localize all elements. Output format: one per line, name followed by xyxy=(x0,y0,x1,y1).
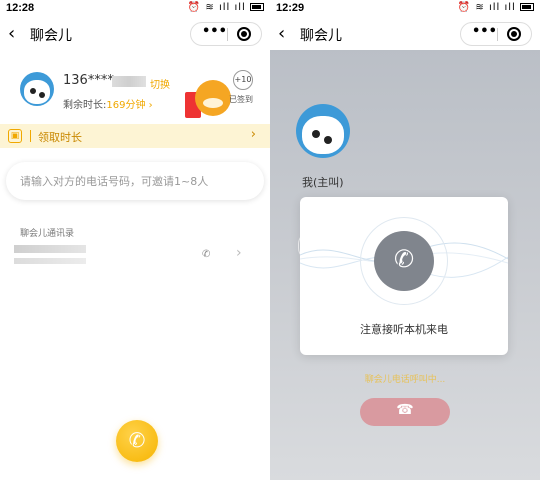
title-bar: ‹ 聊会儿 ••• xyxy=(0,18,270,50)
claim-time-banner[interactable]: ▣ 领取时长 › xyxy=(0,124,270,148)
gift-icon: ▣ xyxy=(8,129,22,143)
page-title: 聊会儿 xyxy=(300,28,342,44)
phone-icon[interactable]: ✆ xyxy=(202,249,210,260)
remaining-label: 剩余时长: xyxy=(63,100,107,111)
banner-divider xyxy=(30,130,31,142)
contacts-title: 聊会儿通讯录 xyxy=(20,229,75,239)
status-time: 12:29 xyxy=(276,2,305,14)
more-dots-icon[interactable]: ••• xyxy=(472,24,497,39)
answer-prompt-card: ✆ 注意接听本机来电 xyxy=(300,197,508,355)
avatar-eye xyxy=(324,136,332,144)
target-icon[interactable] xyxy=(237,27,251,41)
status-bar: 12:28 ⏰ ≋ ıll ıll xyxy=(0,0,270,18)
page-title: 聊会儿 xyxy=(30,28,72,44)
title-bar: ‹ 聊会儿 ••• xyxy=(270,18,540,50)
battery-icon xyxy=(250,3,264,11)
signed-label: 已签到 xyxy=(229,95,253,104)
answer-prompt-text: 注意接听本机来电 xyxy=(360,323,448,336)
calling-status: 聊会儿电话呼叫中... xyxy=(364,375,446,385)
avatar xyxy=(296,104,350,158)
checkin-bonus-badge: +10 xyxy=(233,70,253,90)
status-time: 12:28 xyxy=(6,2,35,14)
avatar-eye xyxy=(39,92,45,98)
phone-icon: ✆ xyxy=(393,245,415,273)
contact-row[interactable]: ✆ › xyxy=(14,240,254,270)
phone-number: 136**** xyxy=(63,73,114,88)
phone-icon: ✆ xyxy=(128,428,146,452)
chevron-left-icon[interactable]: ‹ xyxy=(278,23,285,44)
status-icons: ⏰ ≋ ıll ıll xyxy=(188,2,264,13)
incoming-call-indicator: ✆ xyxy=(374,231,434,291)
hangup-button[interactable]: ☎ xyxy=(360,398,450,426)
home-screen: 12:28 ⏰ ≋ ıll ıll ‹ 聊会儿 ••• 136**** 切换 剩… xyxy=(0,0,270,480)
battery-icon xyxy=(520,3,534,11)
status-icons: ⏰ ≋ ıll ıll xyxy=(458,2,534,13)
tiger-mascot-icon xyxy=(195,80,231,116)
hangup-icon: ☎ xyxy=(396,402,414,418)
remaining-value: 169分钟 xyxy=(106,100,146,111)
caller-label: 我(主叫) xyxy=(302,176,344,189)
remaining-time: 剩余时长:169分钟 › xyxy=(63,96,153,111)
miniapp-capsule: ••• xyxy=(460,22,532,46)
chevron-right-icon: › xyxy=(148,100,153,111)
chevron-left-icon[interactable]: ‹ xyxy=(8,23,15,44)
avatar-eye xyxy=(30,88,36,94)
calling-screen: 12:29 ⏰ ≋ ıll ıll ‹ 聊会儿 ••• 我(主叫) ✆ 注意接听… xyxy=(270,0,540,480)
chevron-right-icon: › xyxy=(236,245,242,261)
status-bar: 12:29 ⏰ ≋ ıll ıll xyxy=(270,0,540,18)
call-button[interactable]: ✆ xyxy=(116,420,158,462)
avatar-face xyxy=(302,116,344,154)
avatar-face xyxy=(24,80,50,104)
contact-number-blurred xyxy=(14,258,86,264)
contact-name-blurred xyxy=(14,245,86,253)
switch-account-link[interactable]: 切换 xyxy=(150,76,170,91)
chevron-right-icon: › xyxy=(250,127,256,142)
miniapp-capsule: ••• xyxy=(190,22,262,46)
avatar[interactable] xyxy=(20,72,54,106)
capsule-divider xyxy=(497,28,498,41)
more-dots-icon[interactable]: ••• xyxy=(202,24,227,39)
banner-label: 领取时长 xyxy=(38,131,82,144)
checkin-mascot[interactable]: +10 已签到 xyxy=(185,66,255,122)
invite-phone-input[interactable] xyxy=(6,162,264,200)
avatar-eye xyxy=(312,130,320,138)
phone-number-mask xyxy=(112,76,146,87)
capsule-divider xyxy=(227,28,228,41)
target-icon[interactable] xyxy=(507,27,521,41)
